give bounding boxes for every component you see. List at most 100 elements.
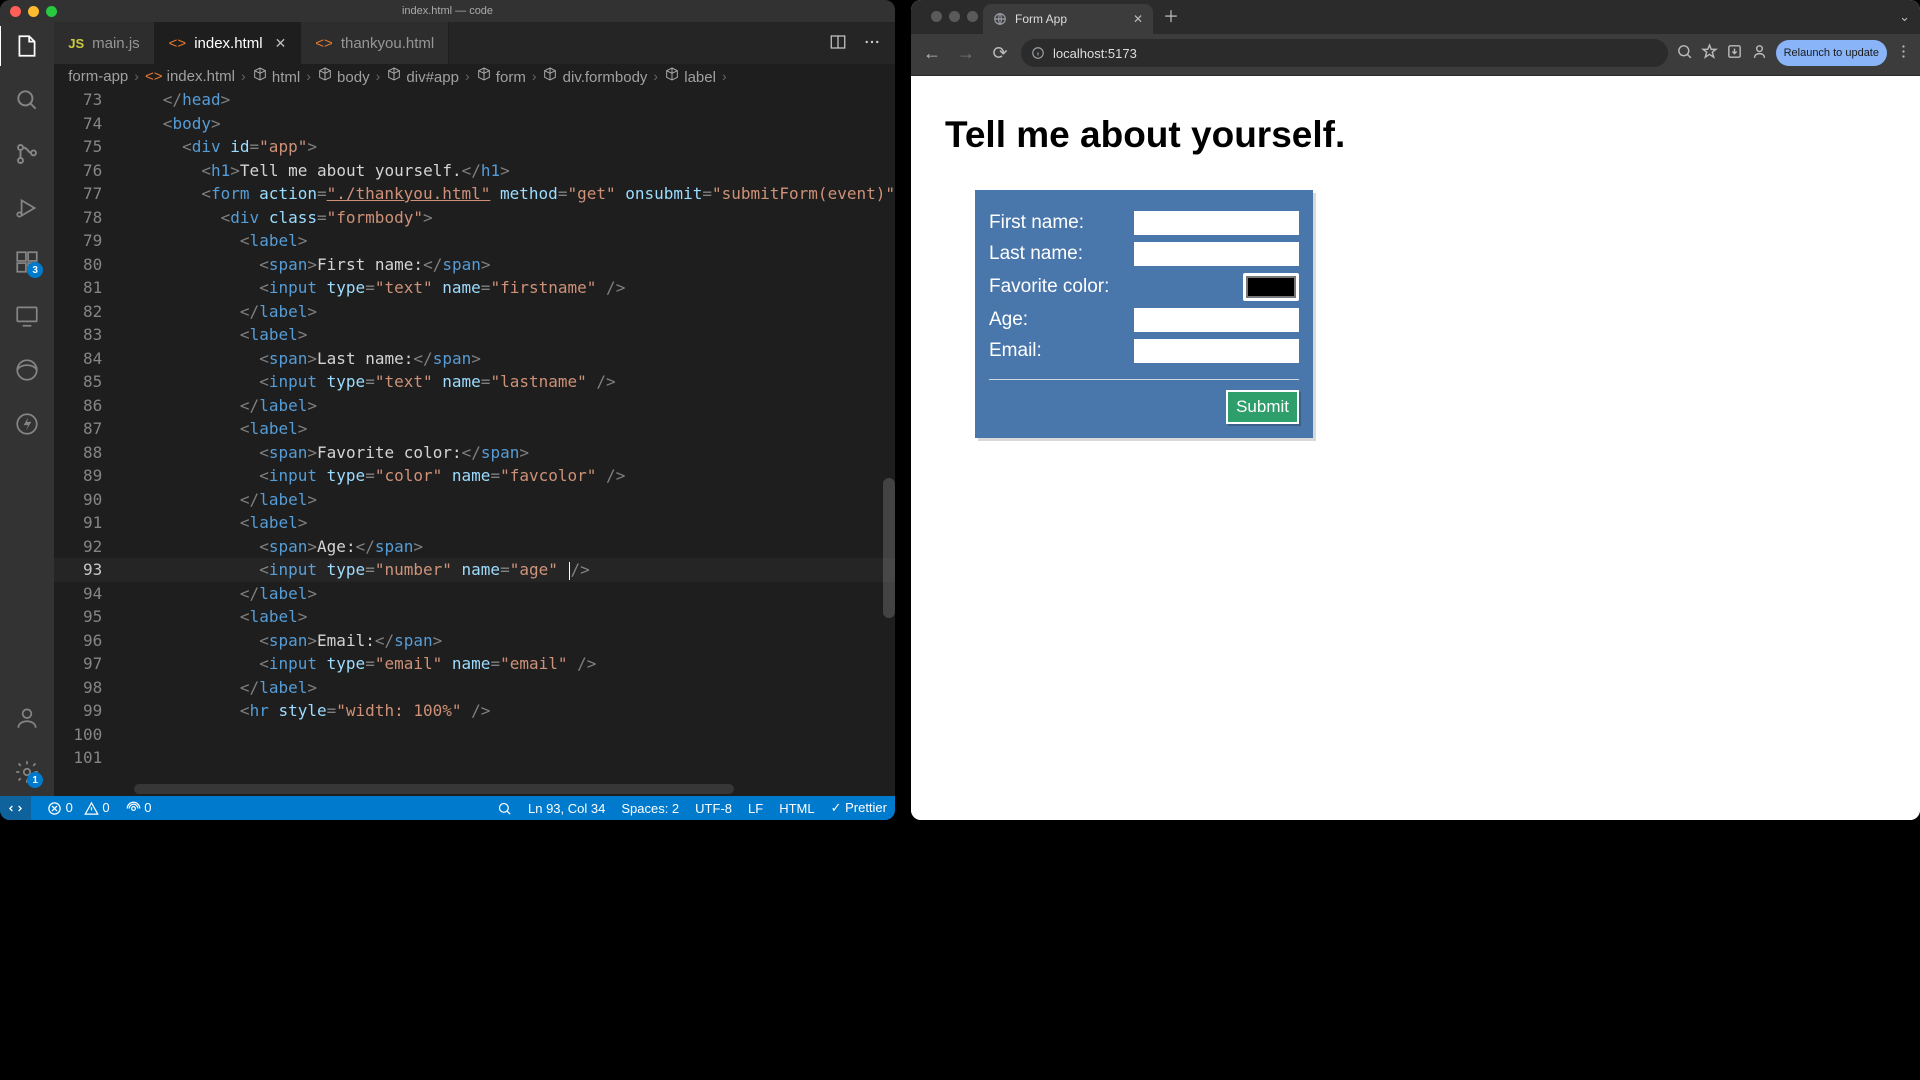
run-debug-icon[interactable] [13, 194, 41, 222]
indentation[interactable]: Spaces: 2 [621, 801, 679, 816]
html-file-icon: <> [169, 35, 187, 52]
window-traffic-lights [10, 6, 57, 17]
color-input[interactable] [1243, 273, 1299, 301]
problems-indicator[interactable]: 0 0 [47, 800, 110, 816]
tab-close-icon[interactable]: ✕ [1133, 12, 1143, 26]
site-info-icon[interactable] [1031, 46, 1045, 60]
editor-area: JS main.js <> index.html ✕ <> thankyou.html fo… [54, 22, 895, 796]
symbol-icon [252, 66, 268, 82]
breadcrumb-item[interactable]: html [252, 66, 301, 86]
minimize-window-icon[interactable] [28, 6, 39, 17]
breadcrumb-item[interactable]: div#app [386, 66, 459, 86]
form-row-firstname: First name: [989, 211, 1299, 235]
field-label: Favorite color: [989, 276, 1243, 298]
symbol-icon [317, 66, 333, 82]
formatter[interactable]: ✓ Prettier [831, 800, 887, 816]
remote-explorer-icon[interactable] [13, 302, 41, 330]
html-file-icon: <> [315, 35, 333, 52]
reload-button[interactable]: ⟳ [987, 43, 1013, 64]
bookmark-icon[interactable] [1701, 43, 1718, 63]
zoom-window-icon[interactable] [967, 11, 978, 22]
eol[interactable]: LF [748, 801, 763, 816]
install-app-icon[interactable] [1726, 43, 1743, 63]
tab-label: thankyou.html [341, 35, 434, 52]
vscode-titlebar: index.html — code [0, 0, 895, 22]
field-label: Last name: [989, 243, 1134, 265]
explorer-icon[interactable] [13, 32, 41, 60]
tab-close-icon[interactable]: ✕ [275, 35, 287, 52]
window-title: index.html — code [402, 5, 493, 17]
ports-indicator[interactable]: 0 [126, 800, 152, 816]
address-bar[interactable]: localhost:5173 [1021, 39, 1668, 67]
close-window-icon[interactable] [931, 11, 942, 22]
minimize-window-icon[interactable] [949, 11, 960, 22]
editor-tab-bar: JS main.js <> index.html ✕ <> thankyou.html [54, 22, 895, 64]
status-bar: 0 0 0 Ln 93, Col 34 Spaces: 2 UTF-8 LF H… [0, 796, 895, 820]
lastname-input[interactable] [1134, 242, 1299, 266]
symbol-icon [476, 66, 492, 82]
email-input[interactable] [1134, 339, 1299, 363]
breadcrumb-item[interactable]: form-app [68, 68, 128, 85]
browser-tab[interactable]: Form App ✕ [983, 4, 1153, 34]
extensions-icon[interactable]: 3 [13, 248, 41, 276]
new-tab-button[interactable]: ＋ [1163, 3, 1179, 27]
editor-tab-thankyou-html[interactable]: <> thankyou.html [301, 22, 449, 64]
split-editor-icon[interactable] [829, 33, 847, 54]
firstname-input[interactable] [1134, 211, 1299, 235]
relaunch-button[interactable]: Relaunch to update [1776, 40, 1887, 66]
search-icon[interactable] [13, 86, 41, 114]
tab-list-icon[interactable]: ⌄ [1899, 9, 1910, 25]
language-mode[interactable]: HTML [779, 801, 814, 816]
more-actions-icon[interactable] [863, 33, 881, 54]
page-heading: Tell me about yourself. [945, 114, 1886, 156]
form-row-lastname: Last name: [989, 242, 1299, 266]
breadcrumb-item[interactable]: form [476, 66, 526, 86]
breadcrumbs[interactable]: form-app›<> index.html› html› body› div#… [54, 64, 895, 88]
html-file-icon: <> [145, 68, 163, 85]
tab-title: Form App [1015, 12, 1067, 26]
cursor-position[interactable]: Ln 93, Col 34 [528, 801, 605, 816]
vscode-window: index.html — code 3 [0, 0, 895, 820]
globe-icon [993, 12, 1007, 26]
encoding[interactable]: UTF-8 [695, 801, 732, 816]
field-label: Age: [989, 309, 1134, 331]
breadcrumb-item[interactable]: label [664, 66, 716, 86]
breadcrumb-item[interactable]: div.formbody [542, 66, 647, 86]
form-row-email: Email: [989, 339, 1299, 363]
form-card: First name: Last name: Favorite color: Age:… [975, 190, 1313, 438]
edge-icon[interactable] [13, 356, 41, 384]
chrome-tab-strip: Form App ✕ ＋ ⌄ [911, 0, 1920, 34]
settings-gear-icon[interactable]: 1 [13, 758, 41, 786]
url-text: localhost:5173 [1053, 46, 1137, 61]
source-control-icon[interactable] [13, 140, 41, 168]
tab-label: index.html [194, 35, 262, 52]
breadcrumb-item[interactable]: <> index.html [145, 68, 235, 85]
accounts-icon[interactable] [13, 704, 41, 732]
settings-badge: 1 [27, 772, 43, 788]
tab-label: main.js [92, 35, 140, 52]
breadcrumb-item[interactable]: body [317, 66, 370, 86]
zoom-window-icon[interactable] [46, 6, 57, 17]
submit-button[interactable]: Submit [1226, 390, 1299, 424]
field-label: First name: [989, 212, 1134, 234]
form-row-age: Age: [989, 308, 1299, 332]
zoom-icon[interactable] [1676, 43, 1693, 63]
status-zoom-icon[interactable] [497, 800, 512, 816]
back-button[interactable]: ← [919, 43, 945, 64]
chrome-traffic-lights [931, 11, 978, 22]
remote-indicator[interactable] [0, 796, 31, 820]
editor-tab-main-js[interactable]: JS main.js [54, 22, 154, 64]
forward-button[interactable]: → [953, 43, 979, 64]
chrome-menu-icon[interactable] [1895, 43, 1912, 63]
editor-tab-index-html[interactable]: <> index.html ✕ [155, 22, 302, 64]
profile-icon[interactable] [1751, 43, 1768, 63]
close-window-icon[interactable] [10, 6, 21, 17]
age-input[interactable] [1134, 308, 1299, 332]
code-editor[interactable]: 7374757677787980818283848586878889909192… [54, 88, 895, 796]
thunder-client-icon[interactable] [13, 410, 41, 438]
vertical-scrollbar[interactable] [883, 478, 895, 618]
chrome-toolbar: ← → ⟳ localhost:5173 Relaunch to update [911, 34, 1920, 72]
horizontal-scrollbar[interactable] [134, 784, 734, 794]
js-file-icon: JS [68, 36, 84, 51]
chrome-window: Form App ✕ ＋ ⌄ ← → ⟳ localhost:5173 Rela… [911, 0, 1920, 820]
